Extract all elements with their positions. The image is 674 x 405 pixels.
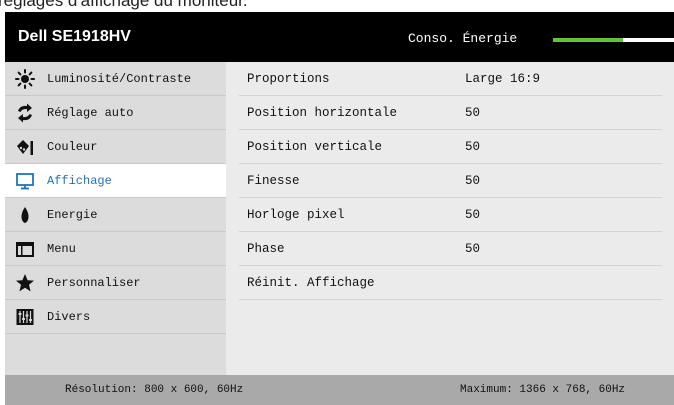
auto-adjust-icon xyxy=(18,103,32,123)
setting-label: Réinit. Affichage xyxy=(247,276,375,290)
brightness-icon xyxy=(15,69,35,89)
setting-label: Proportions xyxy=(247,72,330,86)
star-icon xyxy=(16,274,34,292)
setting-label: Position verticale xyxy=(247,140,383,154)
setting-phase[interactable]: Phase 50 xyxy=(226,232,674,266)
sidebar-item-label: Affichage xyxy=(47,174,112,188)
energy-meter-fill xyxy=(553,38,624,42)
sidebar-item-display[interactable]: Affichage xyxy=(5,164,226,198)
setting-sharpness[interactable]: Finesse 50 xyxy=(226,164,674,198)
maximum-resolution: Maximum: 1366 x 768, 60Hz xyxy=(460,384,626,396)
display-icon xyxy=(16,173,34,190)
setting-aspect-ratio[interactable]: Proportions Large 16:9 xyxy=(226,62,674,96)
sidebar-item-label: Couleur xyxy=(47,140,98,154)
sidebar-item-label: Menu xyxy=(47,242,76,256)
sidebar-item-label: Energie xyxy=(47,208,98,222)
sidebar-item-energy[interactable]: Energie xyxy=(5,198,226,232)
sidebar-item-label: Personnaliser xyxy=(47,276,141,290)
sidebar: Luminosité/Contraste Réglage auto Couleu… xyxy=(5,62,226,375)
sidebar-item-label: Luminosité/Contraste xyxy=(47,72,192,86)
row-divider xyxy=(239,299,662,300)
osd-menu: Dell SE1918HV Conso. Énergie Luminosité/… xyxy=(5,12,674,405)
sidebar-item-label: Réglage auto xyxy=(47,106,134,120)
color-icon xyxy=(17,140,33,155)
status-footer: Résolution: 800 x 600, 60Hz Maximum: 136… xyxy=(5,375,674,405)
sidebar-item-color[interactable]: Couleur xyxy=(5,130,226,164)
sidebar-item-brightness-contrast[interactable]: Luminosité/Contraste xyxy=(5,62,226,96)
osd-header: Dell SE1918HV Conso. Énergie xyxy=(5,12,674,62)
setting-label: Horloge pixel xyxy=(247,208,345,222)
setting-label: Finesse xyxy=(247,174,300,188)
sliders-icon xyxy=(16,309,34,325)
setting-pixel-clock[interactable]: Horloge pixel 50 xyxy=(226,198,674,232)
setting-label: Phase xyxy=(247,242,285,256)
energy-consumption-label: Conso. Énergie xyxy=(408,31,518,46)
sidebar-item-personalize[interactable]: Personnaliser xyxy=(5,266,226,300)
energy-meter xyxy=(553,38,674,42)
setting-value: Large 16:9 xyxy=(465,72,541,86)
menu-icon xyxy=(16,242,34,257)
monitor-model: Dell SE1918HV xyxy=(18,28,131,45)
sidebar-item-menu[interactable]: Menu xyxy=(5,232,226,266)
settings-panel: Proportions Large 16:9 Position horizont… xyxy=(226,62,674,375)
caption-text: réglages d'affichage du moniteur. xyxy=(0,0,248,10)
current-resolution: Résolution: 800 x 600, 60Hz xyxy=(65,384,244,396)
energy-icon xyxy=(21,207,29,223)
sidebar-item-label: Divers xyxy=(47,310,91,324)
sidebar-item-auto-adjust[interactable]: Réglage auto xyxy=(5,96,226,130)
setting-vertical-position[interactable]: Position verticale 50 xyxy=(226,130,674,164)
setting-reset-display[interactable]: Réinit. Affichage xyxy=(226,266,674,300)
setting-value: 50 xyxy=(465,140,481,154)
setting-value: 50 xyxy=(465,208,481,222)
setting-value: 50 xyxy=(465,106,481,120)
sidebar-item-misc[interactable]: Divers xyxy=(5,300,226,334)
setting-value: 50 xyxy=(465,242,481,256)
setting-horizontal-position[interactable]: Position horizontale 50 xyxy=(226,96,674,130)
setting-label: Position horizontale xyxy=(247,106,398,120)
setting-value: 50 xyxy=(465,174,481,188)
